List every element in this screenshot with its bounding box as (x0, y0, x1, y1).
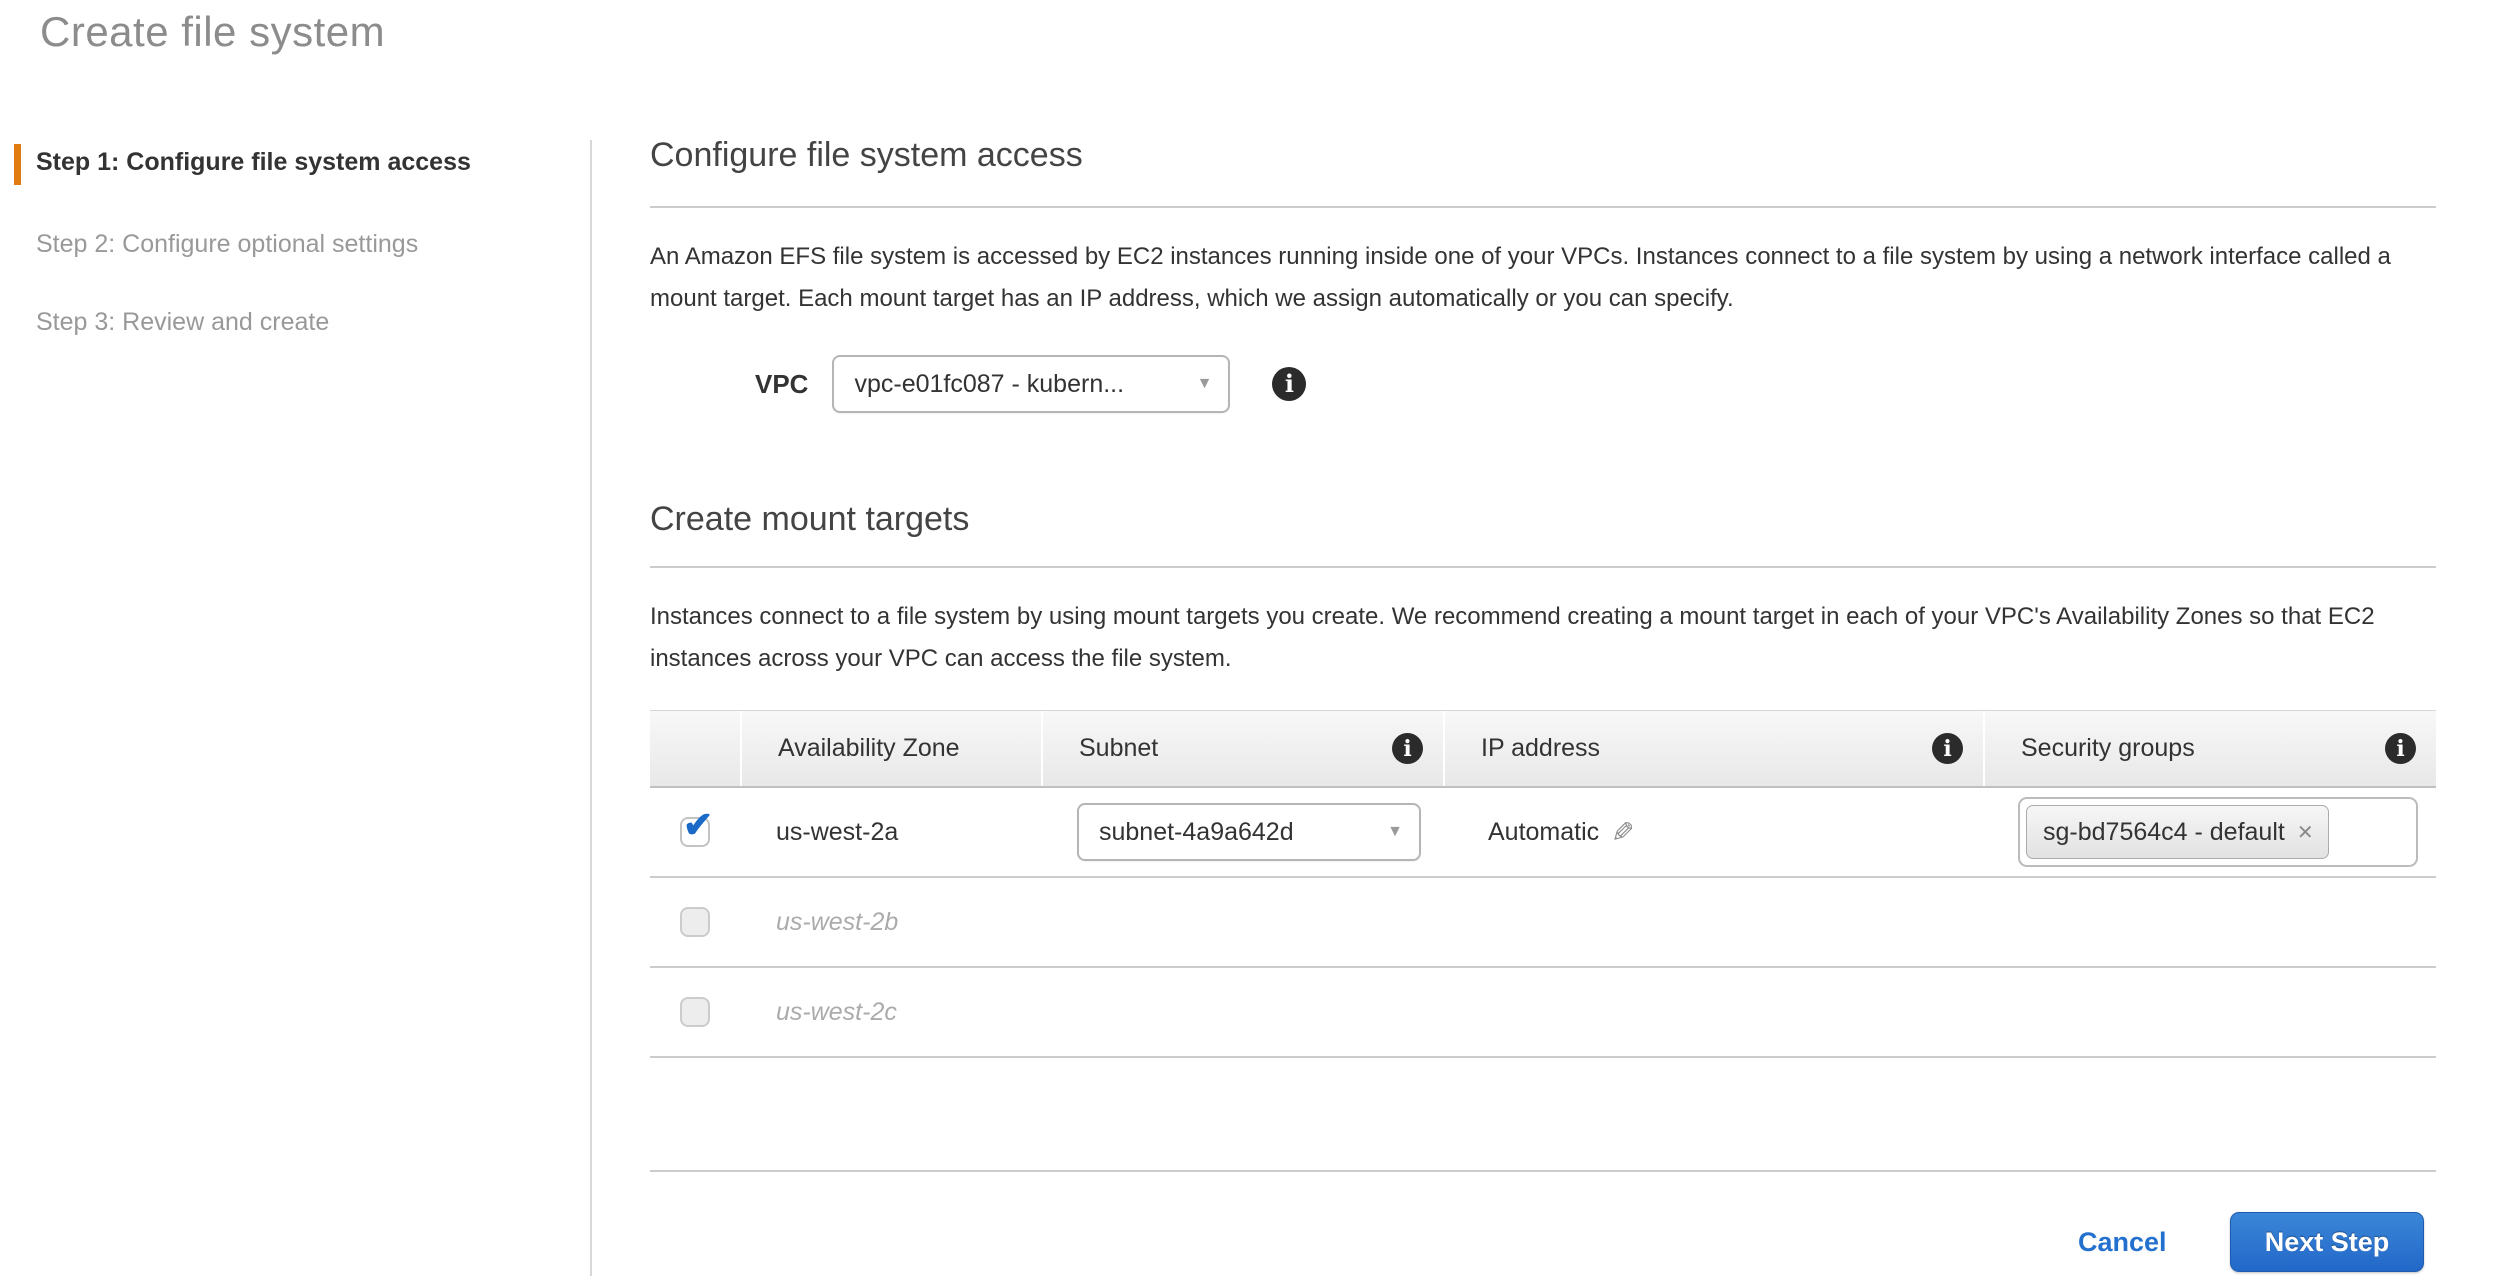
table-row-us-west-2b: us-west-2b (650, 878, 2436, 968)
vpc-info-icon[interactable]: i (1272, 367, 1306, 401)
footer-divider (650, 1170, 2436, 1172)
create-file-system-page: Create file system Step 1: Configure fil… (0, 0, 2498, 1284)
availability-zone-label: us-west-2a (740, 818, 898, 847)
subnet-info-icon[interactable]: i (1392, 733, 1423, 764)
mount-targets-heading: Create mount targets (650, 500, 969, 539)
row-1-security-groups-cell: sg-bd7564c4 - default ✕ (1983, 797, 2436, 867)
subnet-select[interactable]: subnet-4a9a642d ▼ (1077, 803, 1421, 861)
header-subnet: Subnet i (1041, 711, 1443, 786)
row-1-ip-cell: Automatic ✎ (1443, 816, 1983, 849)
next-step-button[interactable]: Next Step (2230, 1212, 2424, 1272)
sidebar-divider (590, 140, 592, 1276)
sidebar-step-1[interactable]: Step 1: Configure file system access (14, 144, 471, 185)
table-row-us-west-2c: us-west-2c (650, 968, 2436, 1058)
header-security-groups-label: Security groups (2021, 734, 2195, 763)
sidebar-step-2[interactable]: Step 2: Configure optional settings (36, 230, 418, 259)
row-2-checkbox-cell (650, 907, 740, 937)
header-availability-zone-label: Availability Zone (778, 734, 960, 763)
chevron-down-icon: ▼ (1387, 823, 1403, 841)
remove-tag-icon[interactable]: ✕ (2297, 820, 2314, 845)
availability-zone-label: us-west-2b (740, 908, 898, 937)
row-1-subnet-cell: subnet-4a9a642d ▼ (1041, 803, 1443, 861)
table-header-row: Availability Zone Subnet i IP address i … (650, 710, 2436, 788)
chevron-down-icon: ▼ (1197, 375, 1213, 393)
checkmark-icon: ✔ (683, 807, 713, 843)
row-3-zone-cell: us-west-2c (740, 998, 1041, 1027)
mount-targets-table: Availability Zone Subnet i IP address i … (650, 710, 2436, 1058)
access-section-heading: Configure file system access (650, 136, 1083, 175)
sidebar-step-3[interactable]: Step 3: Review and create (36, 308, 329, 337)
security-groups-input[interactable]: sg-bd7564c4 - default ✕ (2018, 797, 2418, 867)
header-availability-zone: Availability Zone (740, 711, 1041, 786)
availability-zone-label: us-west-2c (740, 998, 897, 1027)
divider (650, 566, 2436, 568)
vpc-select-value: vpc-e01fc087 - kubern... (854, 370, 1124, 399)
cancel-button[interactable]: Cancel (2078, 1227, 2167, 1258)
page-title: Create file system (40, 8, 385, 56)
ip-address-info-icon[interactable]: i (1932, 733, 1963, 764)
row-2-zone-cell: us-west-2b (740, 908, 1041, 937)
row-1-zone-cell: us-west-2a (740, 818, 1041, 847)
row-3-checkbox-cell (650, 997, 740, 1027)
divider (650, 206, 2436, 208)
row-1-checkbox-cell: ✔ (650, 817, 740, 847)
ip-address-value: Automatic (1488, 818, 1599, 847)
header-subnet-label: Subnet (1079, 734, 1158, 763)
table-row-us-west-2a: ✔ us-west-2a subnet-4a9a642d ▼ Automatic… (650, 788, 2436, 878)
vpc-select[interactable]: vpc-e01fc087 - kubern... ▼ (832, 355, 1230, 413)
row-1-checkbox-checked[interactable]: ✔ (680, 817, 710, 847)
security-group-tag: sg-bd7564c4 - default ✕ (2026, 805, 2329, 859)
header-security-groups: Security groups i (1983, 711, 2436, 786)
security-group-tag-label: sg-bd7564c4 - default (2043, 818, 2285, 847)
row-2-checkbox-unchecked[interactable] (680, 907, 710, 937)
subnet-select-value: subnet-4a9a642d (1099, 818, 1294, 847)
security-groups-info-icon[interactable]: i (2385, 733, 2416, 764)
row-3-checkbox-unchecked[interactable] (680, 997, 710, 1027)
edit-pencil-icon[interactable]: ✎ (1611, 816, 1634, 849)
header-checkbox-column (650, 711, 740, 786)
vpc-label: VPC (755, 369, 808, 400)
access-section-description: An Amazon EFS file system is accessed by… (650, 236, 2410, 320)
vpc-row: VPC vpc-e01fc087 - kubern... ▼ i (650, 352, 1306, 416)
header-ip-address: IP address i (1443, 711, 1983, 786)
mount-targets-description: Instances connect to a file system by us… (650, 596, 2410, 680)
header-ip-address-label: IP address (1481, 734, 1600, 763)
